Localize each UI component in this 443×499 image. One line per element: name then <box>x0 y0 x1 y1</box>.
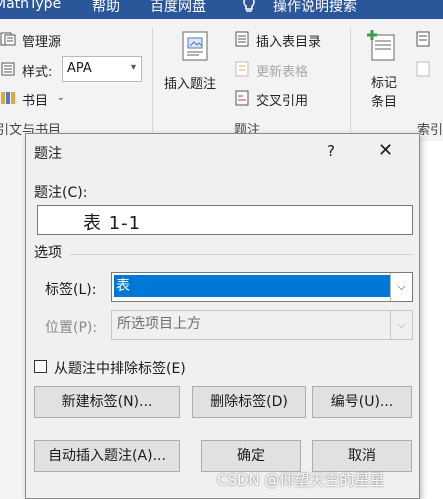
position-select-value: 所选项目上方 <box>117 316 201 332</box>
mark-entry-label-line2[interactable]: 条目 <box>371 91 397 110</box>
style-select[interactable]: APA ▾ <box>62 56 142 82</box>
insert-index-icon <box>415 31 431 51</box>
insert-caption-icon[interactable] <box>182 31 208 65</box>
chevron-down-icon: ▾ <box>130 62 136 73</box>
caption-dialog: 题注 ? ✕ 题注(C): 表 1-1 选项 标签(L): 表 ⌵ 位置(P):… <box>25 133 420 499</box>
cancel-button[interactable]: 取消 <box>312 440 412 472</box>
cross-reference-button[interactable]: 交叉引用 <box>256 90 308 109</box>
update-table-icon <box>234 61 250 81</box>
exclude-label-checkbox[interactable] <box>34 360 47 373</box>
document-area <box>420 141 443 499</box>
caption-value: 表 1-1 <box>83 213 142 234</box>
insert-caption-button[interactable]: 插入题注 <box>164 73 216 92</box>
update-index-icon <box>415 61 431 81</box>
watermark: CSDN @仰望天空的星星 <box>217 471 385 489</box>
position-label: 位置(P): <box>45 320 98 336</box>
label-select-value: 表 <box>114 275 390 297</box>
help-button[interactable]: ? <box>327 142 335 160</box>
tab-mathtype[interactable]: MathType <box>0 0 61 12</box>
cross-reference-icon <box>234 90 250 110</box>
manage-sources-icon <box>0 31 16 51</box>
ribbon-tab-bar: MathType 帮助 百度网盘 操作说明搜索 <box>0 0 443 19</box>
chevron-down-icon[interactable]: ⌵ <box>390 311 412 339</box>
insert-table-of-figures-button[interactable]: 插入表目录 <box>256 31 321 50</box>
delete-label-button[interactable]: 删除标签(D) <box>192 386 306 418</box>
lightbulb-icon <box>241 0 257 18</box>
new-label-button[interactable]: 新建标签(N)... <box>34 386 180 418</box>
exclude-label-text[interactable]: 从题注中排除标签(E) <box>54 358 186 378</box>
mark-entry-label-line1[interactable]: 标记 <box>371 72 397 91</box>
group-divider <box>152 27 153 132</box>
style-label: 样式: <box>22 65 53 80</box>
ribbon: 管理源 样式: APA ▾ 书目 ⌄ 引文与书目 插入题注 插入表目录 更新表格… <box>0 19 443 141</box>
autocaption-button[interactable]: 自动插入题注(A)... <box>34 440 180 472</box>
ok-button[interactable]: 确定 <box>201 440 301 472</box>
options-divider <box>70 254 413 255</box>
caption-label: 题注(C): <box>34 185 88 201</box>
close-icon[interactable]: ✕ <box>378 140 393 161</box>
tab-tell-me-search[interactable]: 操作说明搜索 <box>273 0 357 16</box>
dialog-title: 题注 <box>34 146 62 162</box>
mark-entry-icon[interactable] <box>366 29 396 65</box>
group-index-label: 索引 <box>417 123 443 138</box>
update-table-button[interactable]: 更新表格 <box>256 61 308 80</box>
position-select[interactable]: 所选项目上方 ⌵ <box>111 310 413 340</box>
options-label: 选项 <box>34 245 62 261</box>
style-icon <box>0 61 16 81</box>
group-divider <box>350 27 351 132</box>
table-of-figures-icon <box>234 31 250 51</box>
caption-input[interactable]: 表 1-1 <box>37 205 413 235</box>
style-select-value: APA <box>67 61 92 76</box>
bibliography-icon <box>0 90 18 110</box>
label-select[interactable]: 表 ⌵ <box>111 272 413 302</box>
bibliography-button[interactable]: 书目 <box>22 90 48 109</box>
tab-help[interactable]: 帮助 <box>92 0 120 16</box>
tab-baidu-netdisk[interactable]: 百度网盘 <box>150 0 206 16</box>
chevron-down-icon[interactable]: ⌵ <box>390 273 412 301</box>
label-label: 标签(L): <box>45 282 97 298</box>
manage-sources-button[interactable]: 管理源 <box>22 31 61 50</box>
chevron-down-icon: ⌄ <box>57 93 65 103</box>
numbering-button[interactable]: 编号(U)... <box>312 386 412 418</box>
